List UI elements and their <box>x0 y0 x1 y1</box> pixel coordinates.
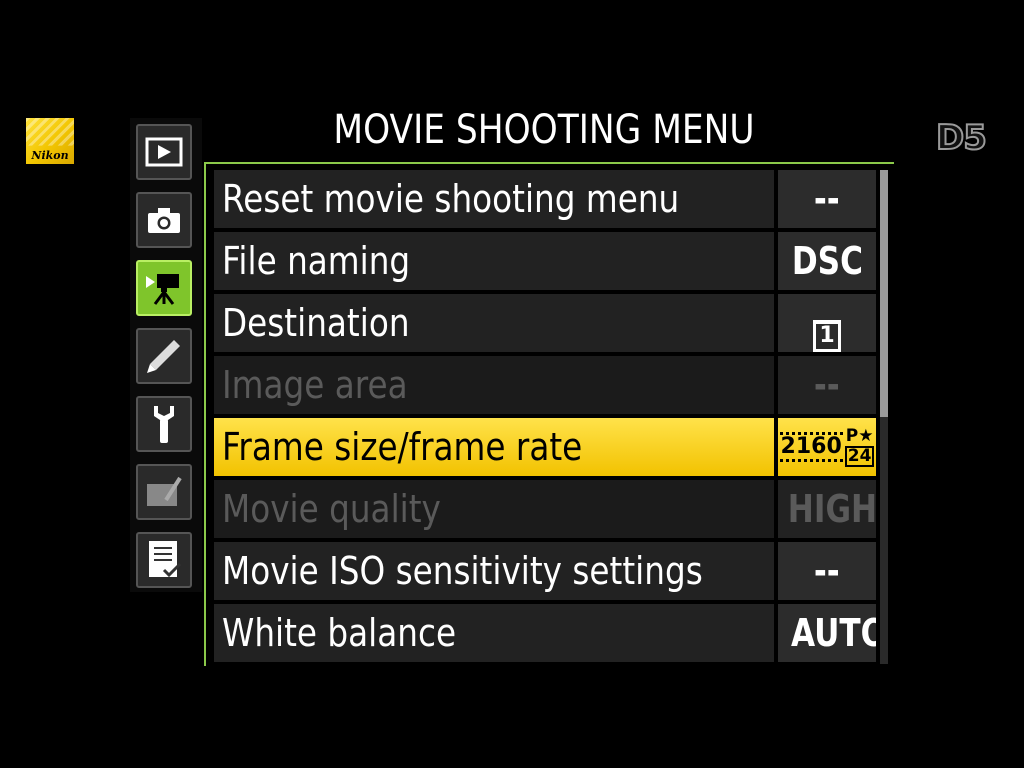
nikon-logo: Nikon <box>26 118 74 164</box>
menu-item-white-balance[interactable]: White balance AUTO0 <box>214 604 876 662</box>
menu-item-reset-movie-shooting-menu[interactable]: Reset movie shooting menu -- <box>214 170 876 228</box>
memory-card-slot-icon: 1 <box>813 320 841 352</box>
menu-item-destination[interactable]: Destination 1 <box>214 294 876 352</box>
menu-tab-rail <box>130 118 202 592</box>
menu-item-label: Movie ISO sensitivity settings <box>222 549 703 593</box>
frame-size-rate-icon: 2160 P★ 24 <box>778 418 876 476</box>
menu-item-movie-iso-sensitivity-settings[interactable]: Movie ISO sensitivity settings -- <box>214 542 876 600</box>
menu-item-label: File naming <box>222 239 411 283</box>
play-icon <box>145 137 183 167</box>
menu-item-label: Image area <box>222 363 408 407</box>
tab-custom-settings[interactable] <box>136 328 192 384</box>
logo-text: Nikon <box>31 149 69 162</box>
menu-item-label: Frame size/frame rate <box>222 425 583 469</box>
tab-my-menu[interactable] <box>136 532 192 588</box>
menu-item-label: Reset movie shooting menu <box>222 177 680 221</box>
menu-item-movie-quality[interactable]: Movie quality HIGH <box>214 480 876 538</box>
pencil-icon <box>147 340 180 373</box>
menu-item-value: DSC <box>791 239 863 283</box>
tab-retouch[interactable] <box>136 464 192 520</box>
tab-playback[interactable] <box>136 124 192 180</box>
retouch-brush-icon <box>147 476 182 506</box>
movie-camera-icon <box>146 274 179 305</box>
menu-item-label: White balance <box>222 611 457 655</box>
menu-item-value: AUTO0 <box>790 611 876 655</box>
wrench-icon <box>154 406 174 443</box>
tab-movie-shooting[interactable] <box>136 260 192 316</box>
scrollbar-thumb[interactable] <box>880 170 888 417</box>
model-badge: D5 <box>935 117 988 159</box>
camera-icon <box>148 208 180 233</box>
menu-item-label: Movie quality <box>222 487 441 531</box>
menu-item-frame-size-frame-rate[interactable]: Frame size/frame rate 2160 P★ 24 <box>214 418 876 476</box>
scrollbar[interactable] <box>880 170 888 664</box>
tab-setup[interactable] <box>136 396 192 452</box>
menu-item-value: -- <box>814 549 840 593</box>
menu-item-label: Destination <box>222 301 410 345</box>
menu-item-value: -- <box>814 363 840 407</box>
frame-size-value: 2160 <box>779 432 843 462</box>
menu-item-file-naming[interactable]: File naming DSC <box>214 232 876 290</box>
tab-photo-shooting[interactable] <box>136 192 192 248</box>
menu-item-value: HIGH <box>787 487 876 531</box>
menu-item-value: -- <box>814 177 840 221</box>
frame-rate-value: 24 <box>844 446 875 467</box>
page-title: MOVIE SHOOTING MENU <box>333 107 755 153</box>
my-menu-checklist-icon <box>149 541 182 578</box>
quality-star-value: P★ <box>845 426 874 446</box>
menu-item-image-area[interactable]: Image area -- <box>214 356 876 414</box>
